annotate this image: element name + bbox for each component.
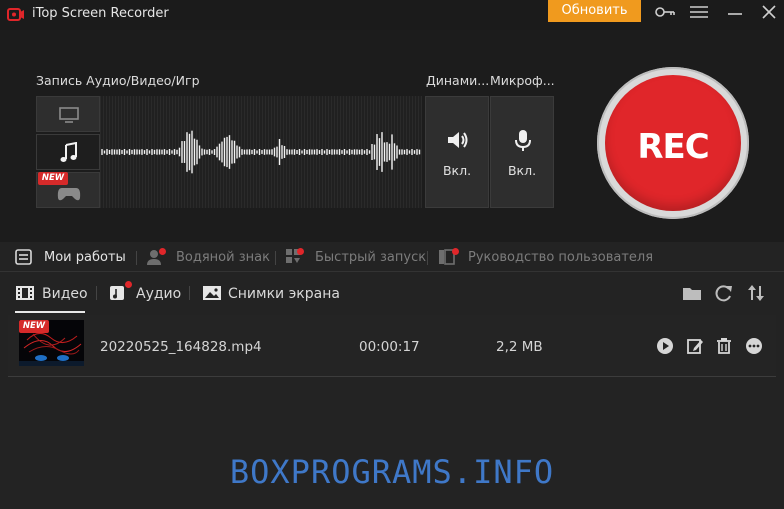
speaker-state: Вкл. bbox=[442, 163, 472, 178]
close-icon[interactable] bbox=[758, 4, 780, 20]
image-icon bbox=[203, 286, 221, 300]
guide-notification-dot bbox=[452, 248, 459, 255]
watermark-notification-dot bbox=[159, 248, 166, 255]
menu-icon[interactable] bbox=[688, 4, 710, 20]
nav-user-guide[interactable]: Руководство пользователя bbox=[468, 250, 653, 265]
play-icon[interactable] bbox=[656, 337, 674, 355]
tab-separator bbox=[96, 286, 97, 300]
refresh-icon[interactable] bbox=[714, 284, 734, 302]
tab-video[interactable]: Видео bbox=[42, 286, 88, 302]
nav-watermark[interactable]: Водяной знак bbox=[176, 250, 270, 265]
music-note-icon bbox=[60, 142, 77, 162]
works-nav: Мои работы Водяной знак Быстрый запуск Р… bbox=[0, 242, 784, 272]
microphone-icon bbox=[515, 130, 531, 151]
key-icon[interactable] bbox=[654, 4, 676, 20]
audio-source-button[interactable] bbox=[36, 134, 100, 170]
app-title: iTop Screen Recorder bbox=[32, 6, 169, 21]
list-icon bbox=[15, 249, 32, 265]
tab-audio[interactable]: Аудио bbox=[136, 286, 181, 302]
gamepad-icon bbox=[57, 188, 81, 201]
rec-button[interactable]: REC bbox=[597, 67, 749, 219]
quick-launch-notification-dot bbox=[297, 248, 304, 255]
tab-separator bbox=[189, 286, 190, 300]
audio-notification-dot bbox=[125, 281, 132, 288]
new-badge: NEW bbox=[38, 172, 68, 185]
site-watermark: BOXPROGRAMS.INFO bbox=[229, 453, 555, 491]
minimize-icon[interactable] bbox=[724, 4, 746, 20]
delete-icon[interactable] bbox=[715, 337, 733, 355]
film-icon bbox=[16, 286, 34, 300]
video-thumbnail[interactable]: NEW bbox=[19, 320, 84, 366]
nav-separator bbox=[275, 251, 276, 265]
microphone-state: Вкл. bbox=[507, 163, 537, 178]
file-new-badge: NEW bbox=[19, 320, 49, 333]
nav-separator bbox=[136, 251, 137, 265]
title-bar: iTop Screen Recorder Обновить bbox=[0, 0, 784, 30]
speaker-label: Динами... bbox=[426, 73, 490, 88]
media-tabs: Видео Аудио Снимки экрана bbox=[0, 272, 784, 312]
tab-screenshots[interactable]: Снимки экрана bbox=[228, 286, 340, 302]
file-duration: 00:00:17 bbox=[359, 339, 420, 355]
more-icon[interactable] bbox=[745, 337, 763, 355]
screen-source-button[interactable] bbox=[36, 96, 100, 132]
edit-icon[interactable] bbox=[686, 337, 704, 355]
microphone-toggle[interactable]: Вкл. bbox=[490, 96, 554, 208]
recorder-logo-icon bbox=[7, 8, 24, 21]
folder-icon[interactable] bbox=[682, 284, 702, 302]
record-section-label: Запись Аудио/Видео/Игр bbox=[36, 73, 200, 88]
active-tab-indicator bbox=[15, 311, 85, 313]
monitor-icon bbox=[59, 107, 79, 123]
game-source-button[interactable]: NEW bbox=[36, 172, 100, 208]
update-button[interactable]: Обновить bbox=[548, 0, 641, 22]
file-name[interactable]: 20220525_164828.mp4 bbox=[100, 339, 262, 355]
microphone-label: Микроф... bbox=[490, 73, 555, 88]
rec-button-label: REC bbox=[637, 127, 709, 167]
speaker-toggle[interactable]: Вкл. bbox=[425, 96, 489, 208]
rec-button-face: REC bbox=[605, 75, 741, 211]
nav-separator bbox=[427, 251, 428, 265]
source-selector: NEW bbox=[36, 96, 100, 208]
speaker-icon bbox=[448, 132, 468, 148]
nav-quick-launch[interactable]: Быстрый запуск bbox=[315, 250, 426, 265]
sort-icon[interactable] bbox=[746, 284, 766, 302]
audio-waveform bbox=[100, 96, 422, 208]
file-row[interactable]: NEW 20220525_164828.mp4 00:00:17 2,2 MB bbox=[8, 315, 776, 377]
file-size: 2,2 MB bbox=[496, 339, 543, 355]
nav-my-works[interactable]: Мои работы bbox=[44, 250, 126, 265]
